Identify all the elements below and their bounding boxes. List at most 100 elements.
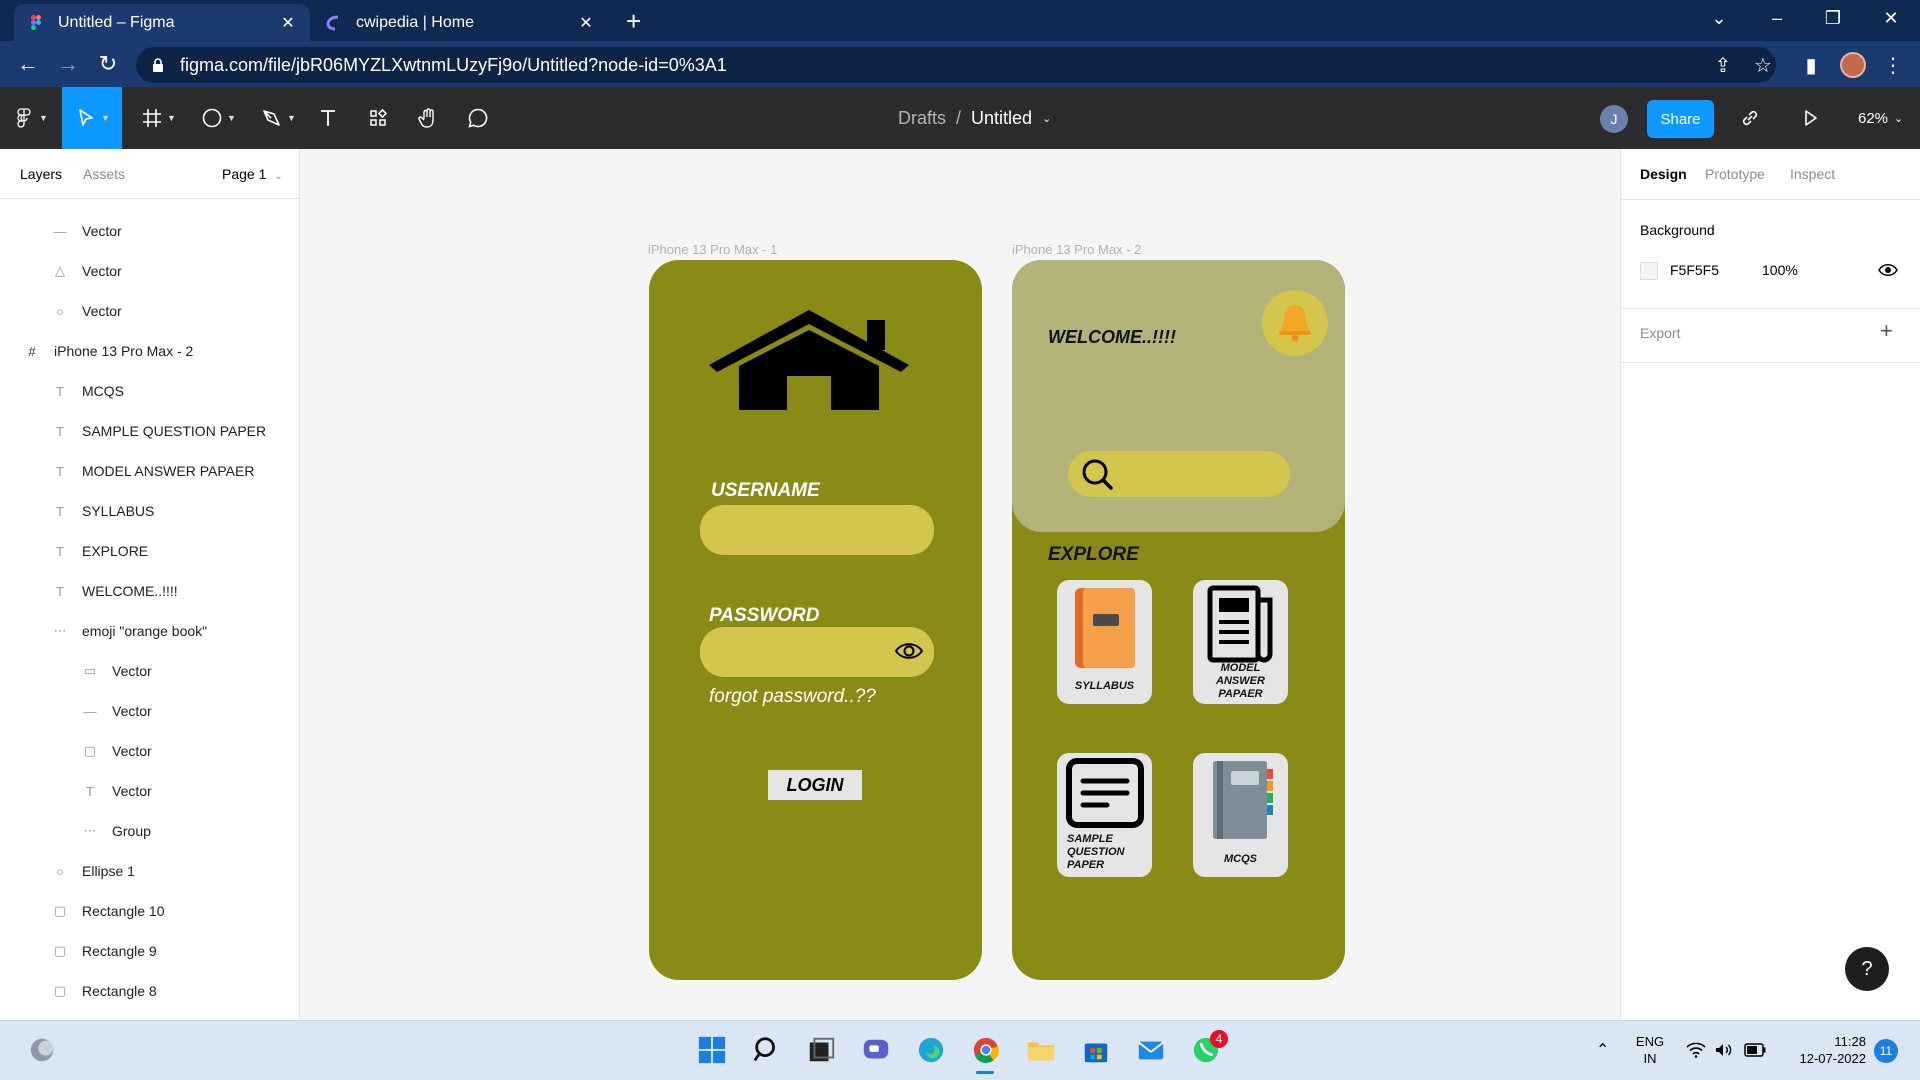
layer-row[interactable]: ▢ Rectangle 8 (0, 971, 300, 1011)
notification-circle[interactable] (1262, 290, 1328, 356)
tab-assets[interactable]: Assets (83, 166, 125, 182)
comment-tool-button[interactable] (460, 87, 496, 149)
layer-row[interactable]: ▢ Rectangle 10 (0, 891, 300, 931)
layer-row[interactable]: ▭ Vector (0, 651, 300, 691)
search-input[interactable] (1068, 451, 1290, 497)
mail-icon[interactable] (1133, 1032, 1169, 1068)
page-selector[interactable]: Page 1 ⌄ (222, 166, 283, 182)
search-icon[interactable] (749, 1032, 785, 1068)
resources-button[interactable] (360, 87, 396, 149)
layer-row[interactable]: T MODEL ANSWER PAPAER (0, 451, 300, 491)
notification-count-badge[interactable]: 11 (1874, 1039, 1898, 1063)
breadcrumb-file-name[interactable]: Untitled (971, 108, 1032, 129)
username-input[interactable] (700, 505, 934, 555)
teams-chat-icon[interactable] (858, 1032, 894, 1068)
frame-2-label[interactable]: iPhone 13 Pro Max - 2 (1012, 242, 1141, 257)
share-page-icon[interactable]: ⇪ (1710, 53, 1736, 78)
login-button[interactable]: LOGIN (768, 770, 862, 800)
layer-row[interactable]: — Vector (0, 691, 300, 731)
shape-tool-button[interactable]: ▼ (194, 87, 242, 149)
layer-row[interactable]: T SAMPLE QUESTION PAPER (0, 411, 300, 451)
show-hidden-icons-icon[interactable]: ⌃ (1596, 1040, 1609, 1060)
reload-icon[interactable]: ↻ (94, 51, 122, 77)
present-button[interactable] (1790, 87, 1830, 149)
bookmark-star-icon[interactable]: ☆ (1750, 53, 1776, 78)
tab-figma[interactable]: Untitled – Figma ✕ (14, 4, 310, 41)
close-icon[interactable]: ✕ (280, 13, 296, 33)
tab-cwipedia[interactable]: cwipedia | Home ✕ (312, 4, 608, 41)
forgot-password-link[interactable]: forgot password..?? (709, 686, 876, 708)
model-answer-card[interactable]: MODEL ANSWER PAPAER (1193, 580, 1288, 704)
window-close-icon[interactable]: ✕ (1878, 8, 1904, 29)
more-menu-icon[interactable]: ⋮ (1880, 53, 1906, 78)
layer-row[interactable]: ▢ Rectangle 9 (0, 931, 300, 971)
hand-tool-button[interactable] (410, 87, 446, 149)
pen-tool-button[interactable]: ▼ (254, 87, 302, 149)
chevron-down-icon[interactable]: ⌄ (1042, 112, 1051, 125)
background-opacity-value[interactable]: 100% (1762, 262, 1798, 278)
login-frame[interactable]: USERNAME PASSWORD forgot password..?? LO… (649, 260, 982, 980)
background-color-swatch[interactable] (1640, 262, 1658, 280)
move-tool-button[interactable]: ▼ (62, 87, 122, 149)
layer-row[interactable]: ○ Vector (0, 291, 300, 331)
add-export-icon[interactable]: + (1880, 318, 1893, 344)
user-avatar[interactable]: J (1600, 105, 1628, 133)
main-menu-button[interactable]: ▼ (6, 87, 54, 149)
layer-row[interactable]: T Vector (0, 771, 300, 811)
tab-design[interactable]: Design (1640, 166, 1687, 182)
chrome-browser-icon[interactable] (968, 1032, 1004, 1068)
tab-prototype[interactable]: Prototype (1705, 166, 1765, 182)
layer-row[interactable]: ○ Ellipse 1 (0, 851, 300, 891)
help-button[interactable]: ? (1845, 947, 1889, 991)
layer-row[interactable]: T MCQS (0, 371, 300, 411)
new-tab-button[interactable]: + (626, 8, 641, 34)
system-clock[interactable]: 11:28 12-07-2022 (1778, 1033, 1867, 1067)
layer-row[interactable]: T EXPLORE (0, 531, 300, 571)
minimize-icon[interactable]: – (1764, 8, 1790, 29)
weather-widget-icon[interactable] (24, 1032, 60, 1068)
layer-row[interactable]: ▢ Vector (0, 731, 300, 771)
layer-row[interactable]: — Vector (0, 211, 300, 251)
breadcrumb-folder[interactable]: Drafts (898, 108, 946, 129)
profile-avatar[interactable] (1840, 52, 1866, 78)
file-explorer-icon[interactable] (1023, 1032, 1059, 1068)
password-input[interactable] (700, 627, 934, 677)
home-frame[interactable]: WELCOME..!!!! EXPLORE SYLLABUS MODEL ANS… (1012, 260, 1345, 980)
forward-icon[interactable]: → (54, 51, 82, 77)
language-indicator[interactable]: ENG IN (1630, 1033, 1670, 1067)
wifi-icon[interactable] (1686, 1042, 1706, 1058)
tab-search-icon[interactable]: ⌄ (1706, 8, 1732, 29)
tab-inspect[interactable]: Inspect (1790, 166, 1835, 182)
text-tool-button[interactable] (310, 87, 346, 149)
back-icon[interactable]: ← (14, 51, 42, 77)
side-panel-icon[interactable]: ▮ (1798, 53, 1824, 78)
frame-1-label[interactable]: iPhone 13 Pro Max - 1 (648, 242, 777, 257)
mcqs-card[interactable]: MCQS (1193, 753, 1288, 877)
tab-layers[interactable]: Layers (20, 166, 62, 182)
eye-icon[interactable] (1878, 262, 1898, 278)
edge-browser-icon[interactable] (913, 1032, 949, 1068)
task-view-icon[interactable] (803, 1032, 839, 1068)
start-icon[interactable] (694, 1032, 730, 1068)
layer-row[interactable]: T SYLLABUS (0, 491, 300, 531)
syllabus-card[interactable]: SYLLABUS (1057, 580, 1152, 704)
frame-tool-button[interactable]: ▼ (134, 87, 182, 149)
label-line: MODEL (1220, 662, 1261, 674)
copy-link-button[interactable] (1730, 87, 1770, 149)
battery-icon[interactable] (1744, 1043, 1766, 1057)
layer-row[interactable]: ⋯ emoji "orange book" (0, 611, 300, 651)
layer-row[interactable]: T WELCOME..!!!! (0, 571, 300, 611)
zoom-control[interactable]: 62% ⌄ (1858, 87, 1903, 149)
layer-row[interactable]: △ Vector (0, 251, 300, 291)
eye-icon[interactable] (894, 640, 924, 662)
volume-icon[interactable] (1714, 1042, 1734, 1058)
sample-question-card[interactable]: SAMPLE QUESTION PAPER (1057, 753, 1152, 877)
layer-row[interactable]: ⋯ Group (0, 811, 300, 851)
close-icon[interactable]: ✕ (578, 13, 594, 33)
layer-row[interactable]: # iPhone 13 Pro Max - 2 (0, 331, 300, 371)
url-bar[interactable]: figma.com/file/jbR06MYZLXwtnmLUzyFj9o/Un… (136, 47, 1776, 83)
background-hex-value[interactable]: F5F5F5 (1670, 262, 1719, 278)
store-icon[interactable] (1078, 1032, 1114, 1068)
restore-icon[interactable]: ❐ (1820, 8, 1846, 29)
share-button[interactable]: Share (1647, 100, 1714, 138)
